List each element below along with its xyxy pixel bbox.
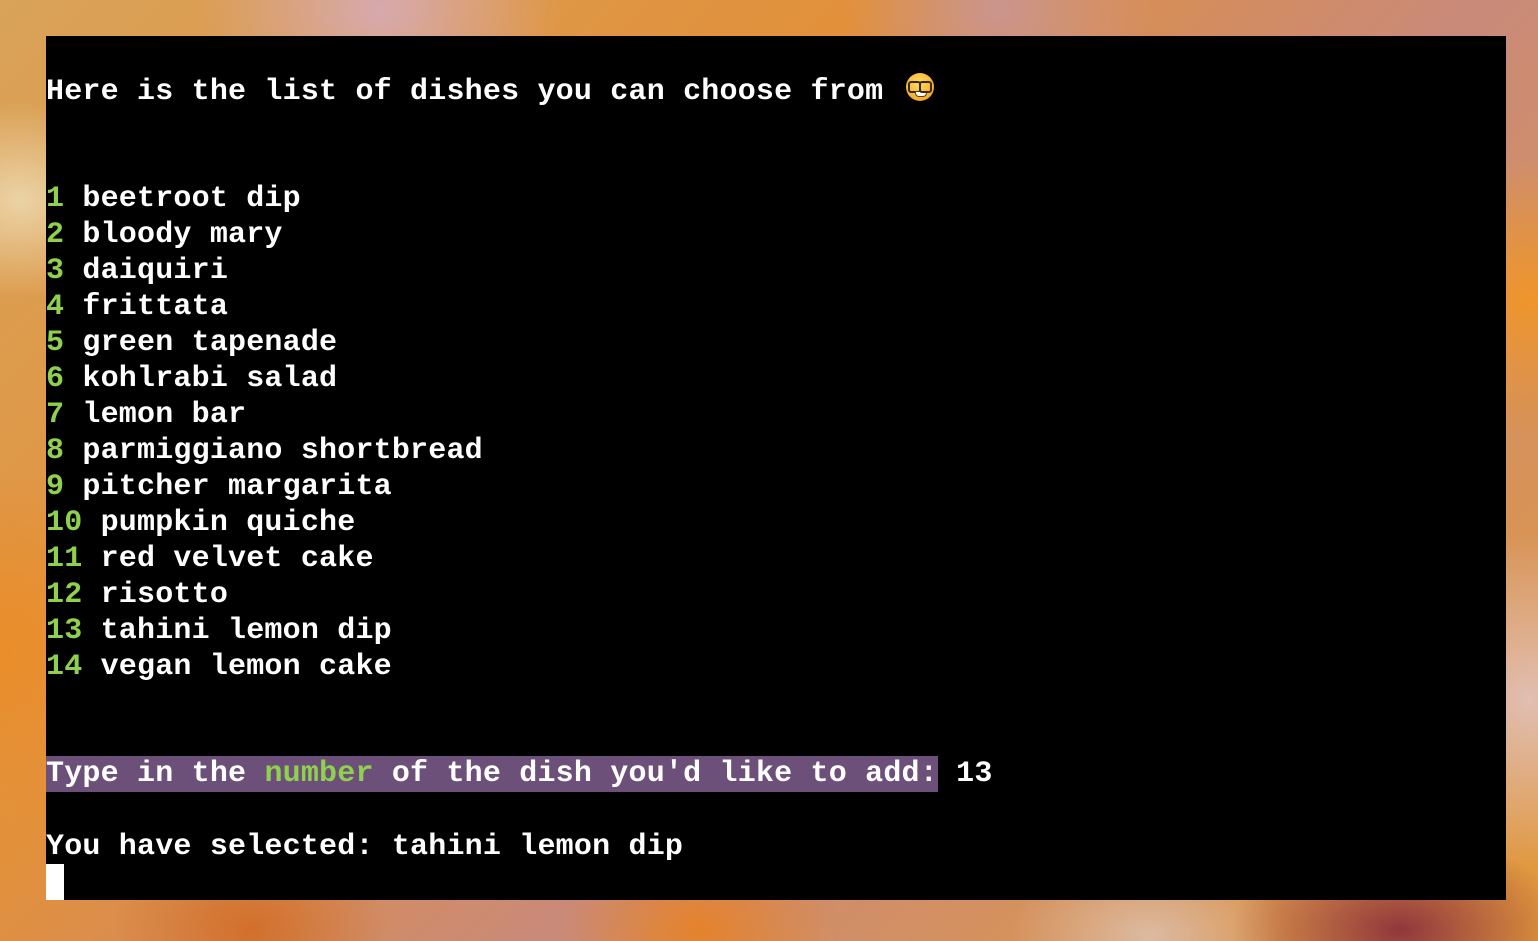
prompt-label: Type in the number of the dish you'd lik… [46,756,938,792]
dish-number: 14 [46,650,83,684]
dish-number: 1 [46,182,65,216]
dish-name: bloody mary [82,218,283,252]
dish-item: 2 bloody mary [46,217,483,253]
dish-name: lemon bar [82,398,247,432]
dish-item: 6 kohlrabi salad [46,361,483,397]
prompt-highlight-word: number [264,757,374,791]
selected-dish: tahini lemon dip [391,830,684,864]
dish-item: 10 pumpkin quiche [46,505,483,541]
dish-number: 7 [46,398,65,432]
dish-item: 14 vegan lemon cake [46,649,483,685]
dish-number: 5 [46,326,65,360]
dish-item: 5 green tapenade [46,325,483,361]
dish-name: red velvet cake [100,542,374,576]
dish-number-prompt: Type in the number of the dish you'd lik… [46,756,993,792]
dish-number: 4 [46,290,65,324]
dish-name: risotto [100,578,229,612]
list-heading: Here is the list of dishes you can choos… [46,73,934,109]
dish-name: pumpkin quiche [100,506,356,540]
dish-name: parmiggiano shortbread [82,434,483,468]
dish-item: 13 tahini lemon dip [46,613,483,649]
nerd-face-icon [905,73,934,101]
dish-number: 6 [46,362,65,396]
dish-item: 8 parmiggiano shortbread [46,433,483,469]
dish-number: 8 [46,434,65,468]
dish-name: daiquiri [82,254,229,288]
dish-name: beetroot dip [82,182,301,216]
selected-label: You have selected: [46,830,392,864]
dish-number: 11 [46,542,83,576]
prompt-input-value[interactable]: 13 [956,757,992,791]
heading-text: Here is the list of dishes you can choos… [46,75,884,109]
dish-name: vegan lemon cake [100,650,392,684]
dish-list: 1 beetroot dip 2 bloody mary 3 daiquiri … [46,181,483,685]
dish-number: 10 [46,506,83,540]
dish-number: 2 [46,218,65,252]
dish-name: kohlrabi salad [82,362,338,396]
dish-name: frittata [82,290,229,324]
selection-confirmation: You have selected: tahini lemon dip [46,829,683,865]
dish-number: 9 [46,470,65,504]
prompt-text-after: of the dish you'd like to add: [373,757,938,791]
terminal-window[interactable]: Here is the list of dishes you can choos… [46,36,1506,900]
dish-item: 12 risotto [46,577,483,613]
dish-item: 4 frittata [46,289,483,325]
prompt-text-before: Type in the [46,757,265,791]
dish-name: tahini lemon dip [100,614,392,648]
dish-item: 11 red velvet cake [46,541,483,577]
dish-number: 12 [46,578,83,612]
dish-name: green tapenade [82,326,338,360]
dish-number: 3 [46,254,65,288]
dish-name: pitcher margarita [82,470,392,504]
dish-item: 1 beetroot dip [46,181,483,217]
terminal-cursor[interactable] [46,864,64,900]
dish-item: 3 daiquiri [46,253,483,289]
dish-number: 13 [46,614,83,648]
dish-item: 7 lemon bar [46,397,483,433]
dish-item: 9 pitcher margarita [46,469,483,505]
